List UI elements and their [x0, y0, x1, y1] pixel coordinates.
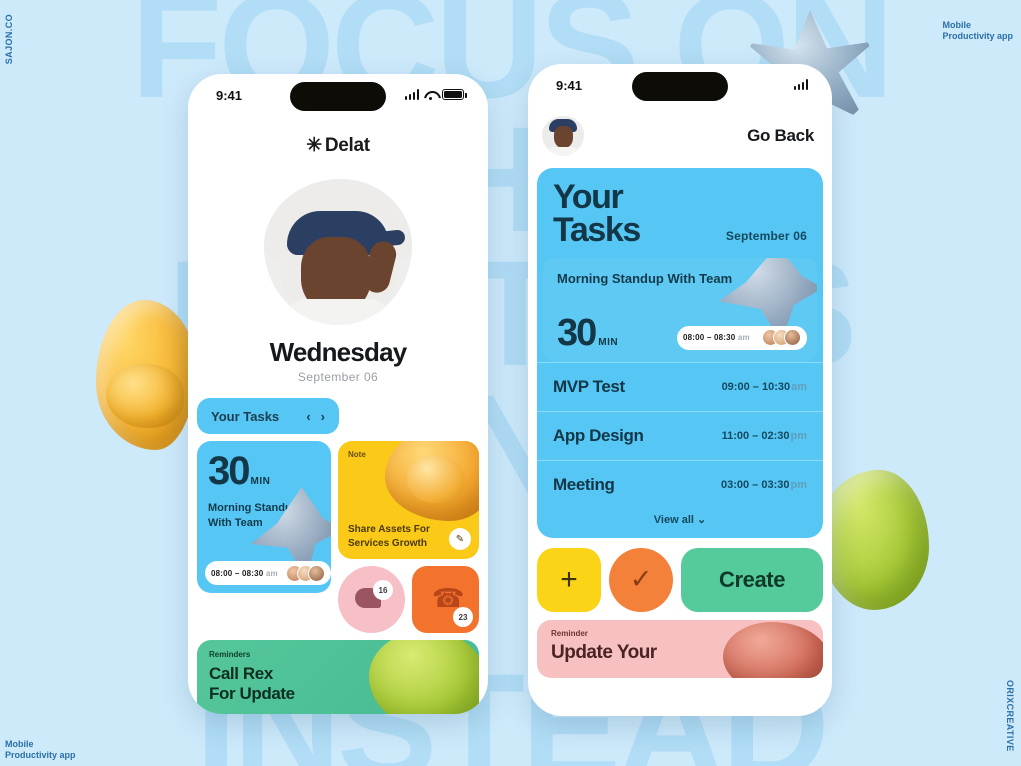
- task-name: App Design: [553, 425, 644, 445]
- your-tasks-label: Your Tasks: [211, 408, 280, 424]
- confirm-button[interactable]: ✓: [609, 547, 673, 612]
- go-back-button[interactable]: Go Back: [747, 126, 814, 146]
- tasks-panel-date: September 06: [725, 228, 807, 243]
- duration-task-card[interactable]: 30 MIN Morning Standup With Team 08:00 – …: [197, 441, 331, 593]
- avatar-head: [554, 126, 573, 148]
- signal-icon: [793, 79, 808, 90]
- reminders-title-line2: For Update: [209, 684, 295, 704]
- duration-unit: MIN: [250, 476, 271, 487]
- your-tasks-pill[interactable]: Your Tasks ‹ ›: [197, 398, 339, 434]
- main-card-row: 30 MIN Morning Standup With Team 08:00 – …: [197, 441, 479, 633]
- table-row[interactable]: Meeting 03:00 – 03:30pm: [537, 459, 823, 509]
- action-button-row: + ✓ Create: [528, 538, 832, 612]
- task-time: 09:00 – 10:30am: [721, 380, 807, 393]
- tasks-panel-header: Your Tasks September 06: [537, 168, 823, 258]
- task-name: MVP Test: [553, 376, 625, 396]
- background-headline-line-1: FOCUS ON: [130, 0, 895, 129]
- page-date: September 06: [297, 370, 379, 384]
- wifi-icon: [424, 90, 437, 100]
- featured-duration-wrap: 30 MIN: [557, 314, 618, 352]
- messages-badge: 16: [373, 580, 393, 600]
- credit-bottom-left: Mobile Productivity app: [5, 738, 76, 760]
- task-time: 11:00 – 02:30pm: [721, 429, 807, 442]
- yellow-3d-shape-icon: [385, 441, 479, 521]
- signal-icon: [404, 89, 419, 100]
- duration-card-column: 30 MIN Morning Standup With Team 08:00 – …: [197, 441, 331, 633]
- sparkle-icon: ✳: [306, 135, 322, 156]
- tasks-panel-title: Your Tasks: [553, 178, 641, 250]
- quick-action-row: 16 ☎ 23: [338, 566, 479, 633]
- credit-bottom-right: ORIXCREATIVE: [1005, 680, 1015, 752]
- yellow-3d-blob-decoration: [96, 300, 196, 450]
- status-time: 9:41: [556, 78, 583, 93]
- table-row[interactable]: App Design 11:00 – 02:30pm: [537, 410, 823, 460]
- messages-button[interactable]: 16: [338, 566, 405, 633]
- avatar-illustration: [279, 207, 399, 325]
- time-range-text: 08:00 – 08:30 am: [211, 568, 278, 578]
- time-range-text: 08:00 – 08:30 am: [683, 333, 750, 343]
- reminder-card[interactable]: Reminder Update Your: [537, 619, 823, 678]
- chevron-right-icon[interactable]: ›: [321, 409, 325, 424]
- dynamic-island: [290, 82, 386, 111]
- status-time: 9:41: [216, 88, 243, 103]
- brand-name: Delat: [324, 135, 370, 156]
- status-indicators: [404, 89, 467, 100]
- edit-icon[interactable]: ✎: [449, 528, 471, 550]
- tasks-nav-arrows: ‹ ›: [306, 409, 325, 424]
- create-button[interactable]: Create: [681, 547, 823, 612]
- background-headline-line-5: INSTEAD: [195, 642, 829, 766]
- profile-avatar-small[interactable]: [542, 116, 584, 156]
- calls-badge: 23: [453, 607, 473, 627]
- tasks-title-line1: Your: [553, 178, 624, 216]
- phone-mockup-home: 9:41 ✳ Delat Wednesday September 06 Your …: [188, 74, 488, 714]
- avatar: [784, 329, 801, 347]
- avatar: [308, 564, 325, 582]
- credit-top-left: SAJON.CO: [4, 14, 14, 65]
- green-3d-blob-decoration: [819, 470, 929, 610]
- app-brand: ✳ Delat: [188, 134, 488, 157]
- phone-mockup-tasks: 9:41 Go Back Your Tasks September 06 Mor…: [528, 64, 832, 716]
- note-card[interactable]: Note Share Assets For Services Growth ✎: [338, 441, 479, 559]
- battery-icon: [442, 89, 467, 100]
- time-chip: 08:00 – 08:30 am: [677, 325, 807, 350]
- reminders-card[interactable]: Reminders Call Rex For Update: [197, 640, 479, 714]
- home-card-grid: Your Tasks ‹ › 30 MIN Morning Standup Wit…: [188, 384, 488, 714]
- avatar-shirt: [546, 147, 580, 156]
- dynamic-island: [632, 72, 728, 101]
- task-name: Meeting: [553, 474, 615, 494]
- task-time: 03:00 – 03:30pm: [720, 478, 807, 491]
- profile-avatar-large: [264, 179, 412, 325]
- featured-duration-value: 30: [557, 311, 597, 354]
- table-row[interactable]: MVP Test 09:00 – 10:30am: [537, 361, 823, 411]
- calls-button[interactable]: ☎ 23: [412, 566, 479, 633]
- featured-task-card[interactable]: Morning Standup With Team 30 MIN 08:00 – …: [543, 257, 817, 362]
- note-text: Share Assets For Services Growth: [348, 524, 430, 549]
- avatar-shirt: [285, 299, 391, 325]
- background-headline-line-2: WHAT: [299, 95, 726, 263]
- tasks-title-line2: Tasks: [553, 211, 641, 250]
- green-3d-shape-icon: [369, 640, 479, 714]
- note-column: Note Share Assets For Services Growth ✎ …: [338, 441, 479, 633]
- red-3d-shape-icon: [723, 621, 823, 678]
- attendee-avatars: [286, 564, 325, 582]
- add-button[interactable]: +: [537, 547, 601, 612]
- page-title: Wednesday: [269, 337, 408, 367]
- phone-icon: ☎: [432, 583, 465, 613]
- tasks-header: Go Back: [528, 110, 832, 156]
- status-bar-right: 9:41: [528, 64, 832, 110]
- tasks-panel: Your Tasks September 06 Morning Standup …: [537, 168, 823, 538]
- duration-value-wrap: 30 MIN: [208, 451, 320, 491]
- status-bar-left: 9:41: [188, 74, 488, 120]
- reminders-title-line1: Call Rex: [209, 664, 273, 683]
- duration-value: 30: [208, 449, 250, 493]
- view-all-button[interactable]: View all ⌄: [537, 509, 823, 538]
- attendee-avatars: [762, 329, 801, 347]
- chevron-left-icon[interactable]: ‹: [306, 409, 310, 424]
- time-chip: 08:00 – 08:30 am: [205, 561, 331, 585]
- credit-top-right: Mobile Productivity app: [942, 20, 1013, 42]
- featured-duration-unit: MIN: [598, 336, 619, 348]
- status-indicators: [793, 79, 808, 90]
